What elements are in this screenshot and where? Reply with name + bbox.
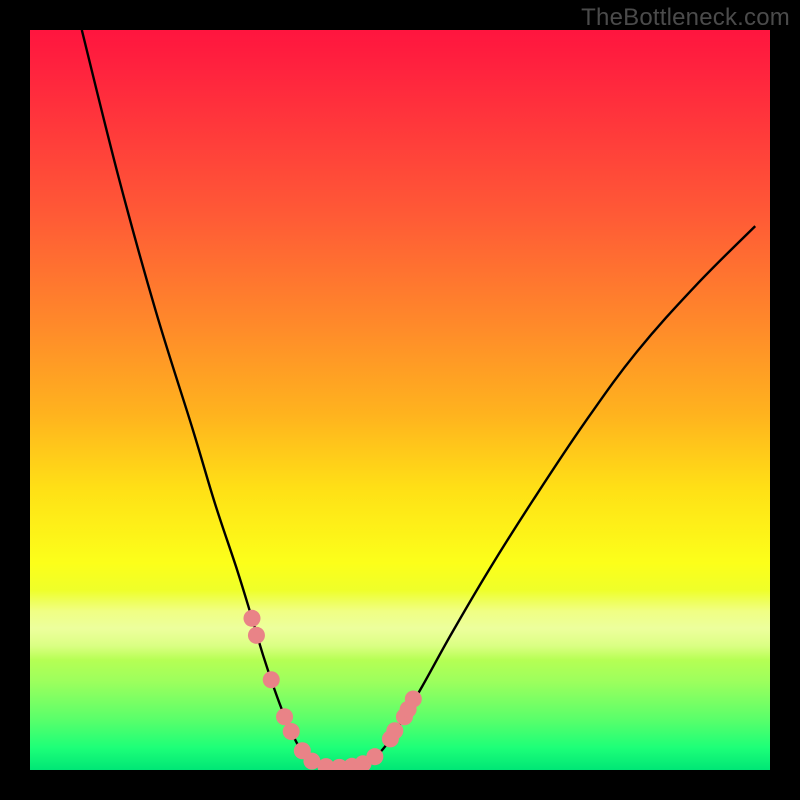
chart-frame: TheBottleneck.com <box>0 0 800 800</box>
marker-dot <box>243 610 260 627</box>
marker-group <box>243 610 421 770</box>
marker-dot <box>263 671 280 688</box>
bottleneck-curve <box>30 30 770 770</box>
marker-dot <box>386 722 403 739</box>
marker-dot <box>276 708 293 725</box>
marker-dot <box>248 627 265 644</box>
marker-dot <box>366 748 383 765</box>
marker-dot <box>405 690 422 707</box>
marker-dot <box>283 723 300 740</box>
curve-line <box>82 30 755 768</box>
plot-area <box>30 30 770 770</box>
watermark-text: TheBottleneck.com <box>581 4 790 32</box>
